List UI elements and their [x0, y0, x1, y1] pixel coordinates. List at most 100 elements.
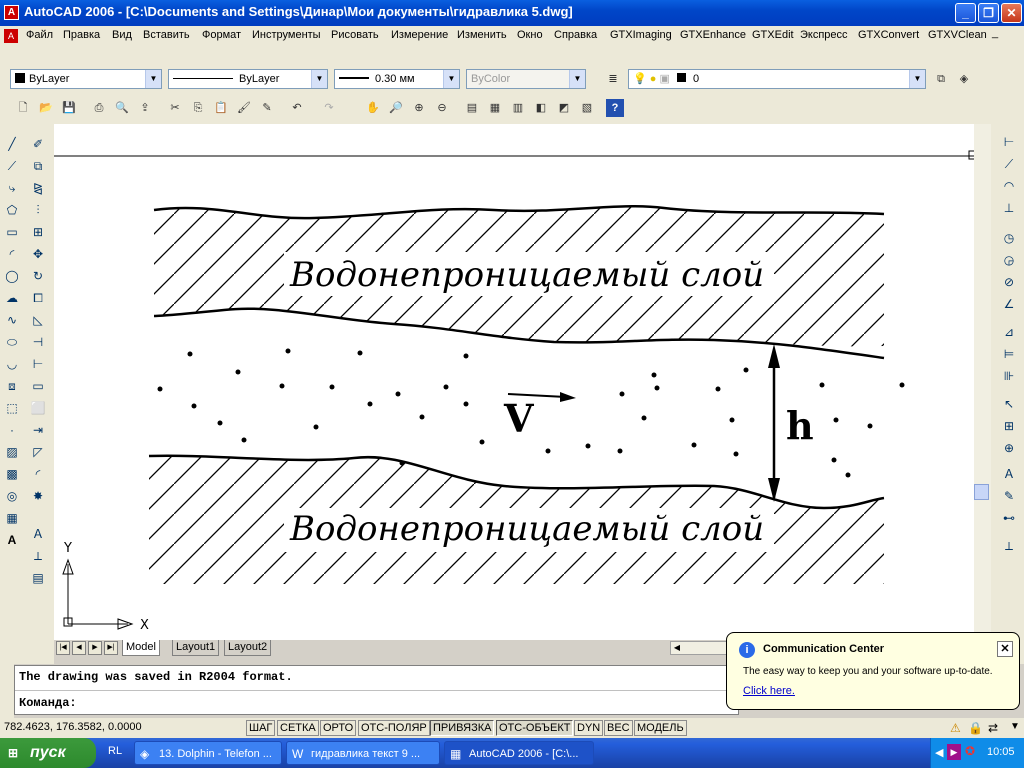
- polyline-icon[interactable]: ⤷: [2, 178, 22, 198]
- break-icon[interactable]: ⬜: [28, 398, 48, 418]
- menu-gtxvclean[interactable]: GTXVClean: [928, 29, 987, 41]
- prev-tab-icon[interactable]: ◀: [72, 641, 86, 655]
- menu-insert[interactable]: Вставить: [143, 29, 190, 41]
- rotate-icon[interactable]: ↻: [28, 266, 48, 286]
- minimize-button[interactable]: _: [955, 3, 976, 23]
- fillet-icon[interactable]: ◜: [28, 464, 48, 484]
- warning-icon[interactable]: ⚠: [950, 721, 961, 735]
- menu-gtximaging[interactable]: GTXImaging: [610, 29, 672, 41]
- task-word-doc[interactable]: W гидравлика текст 9 ...: [286, 741, 440, 765]
- command-window-grip[interactable]: [0, 660, 14, 718]
- doc-minimize-button[interactable]: _: [992, 27, 998, 39]
- balloon-close-button[interactable]: ✕: [997, 641, 1013, 657]
- scale-icon[interactable]: ⧠: [28, 288, 48, 308]
- first-tab-icon[interactable]: |◀: [56, 641, 70, 655]
- menu-view[interactable]: Вид: [112, 29, 132, 41]
- save-icon[interactable]: 💾: [60, 99, 78, 117]
- menu-format[interactable]: Формат: [202, 29, 241, 41]
- table-style-icon[interactable]: ▤: [28, 568, 48, 588]
- match-properties-icon[interactable]: 🖌: [235, 99, 253, 117]
- communication-center-icon[interactable]: ⇄: [988, 721, 998, 735]
- help-icon[interactable]: ?: [606, 99, 624, 117]
- dimension-edit-icon[interactable]: Ａ: [999, 464, 1019, 484]
- point-icon[interactable]: ·: [2, 420, 22, 440]
- toggle-dyn[interactable]: DYN: [574, 720, 604, 736]
- color-combo[interactable]: ByLayer ▼: [10, 69, 162, 89]
- arc-length-icon[interactable]: ◠: [999, 176, 1019, 196]
- menu-gtxenhance[interactable]: GTXEnhance: [680, 29, 746, 41]
- markup-icon[interactable]: ◩: [555, 99, 573, 117]
- line-icon[interactable]: ╱: [2, 134, 22, 154]
- sheet-set-icon[interactable]: ◧: [532, 99, 550, 117]
- ellipse-arc-icon[interactable]: ◡: [2, 354, 22, 374]
- new-file-icon[interactable]: 🗋: [14, 99, 32, 117]
- menu-gtxedit[interactable]: GTXEdit: [752, 29, 794, 41]
- title-bar[interactable]: A AutoCAD 2006 - [C:\Documents and Setti…: [0, 0, 1024, 26]
- mirror-icon[interactable]: ⧎: [28, 178, 48, 198]
- menu-express[interactable]: Экспресс: [800, 29, 848, 41]
- menu-file[interactable]: Файл: [26, 29, 53, 41]
- erase-icon[interactable]: ✐: [28, 134, 48, 154]
- redo-icon[interactable]: ↷: [320, 99, 338, 117]
- angular-dimension-icon[interactable]: ∠: [999, 294, 1019, 314]
- construction-line-icon[interactable]: ⟋: [2, 156, 22, 176]
- join-icon[interactable]: ⇥: [28, 420, 48, 440]
- toggle-snap[interactable]: ШАГ: [246, 720, 276, 736]
- spline-icon[interactable]: ∿: [2, 310, 22, 330]
- next-tab-icon[interactable]: ▶: [88, 641, 102, 655]
- autocad-app-icon[interactable]: A: [4, 5, 19, 20]
- dimension-text-edit-icon[interactable]: ✎: [999, 486, 1019, 506]
- hatch-icon[interactable]: ▨: [2, 442, 22, 462]
- extend-icon[interactable]: ⊢: [28, 354, 48, 374]
- multiline-text-icon[interactable]: A: [2, 530, 22, 550]
- toggle-osnap[interactable]: ПРИВЯЗКА: [430, 720, 495, 736]
- menu-gtxconvert[interactable]: GTXConvert: [858, 29, 919, 41]
- text-style-icon[interactable]: Ａ: [28, 524, 48, 544]
- plotstyle-combo[interactable]: ByColor ▼: [466, 69, 586, 89]
- lineweight-combo[interactable]: 0.30 мм ▼: [334, 69, 460, 89]
- insert-block-icon[interactable]: ⧈: [2, 376, 22, 396]
- tab-model[interactable]: Model: [122, 640, 160, 656]
- copy-icon[interactable]: ⎘: [189, 99, 207, 117]
- properties-icon[interactable]: ▤: [463, 99, 481, 117]
- layer-previous-icon[interactable]: ◈: [955, 70, 973, 88]
- undo-icon[interactable]: ↶: [288, 99, 306, 117]
- toggle-grid[interactable]: СЕТКА: [277, 720, 319, 736]
- continue-dimension-icon[interactable]: ⊪: [999, 366, 1019, 386]
- baseline-dimension-icon[interactable]: ⊨: [999, 344, 1019, 364]
- explode-icon[interactable]: ✸: [28, 486, 48, 506]
- task-dolphin[interactable]: ◈ 13. Dolphin - Telefon ...: [134, 741, 282, 765]
- lock-toolbars-icon[interactable]: 🔒: [968, 721, 983, 735]
- offset-icon[interactable]: ⫶: [28, 200, 48, 220]
- toggle-ortho[interactable]: ОРТО: [320, 720, 357, 736]
- tool-palettes-icon[interactable]: ▥: [509, 99, 527, 117]
- break-point-icon[interactable]: ▭: [28, 376, 48, 396]
- paste-icon[interactable]: 📋: [212, 99, 230, 117]
- close-button[interactable]: ✕: [1001, 3, 1022, 23]
- array-icon[interactable]: ⊞: [28, 222, 48, 242]
- drawing-canvas[interactable]: Водонепроницаемый слой Водонепроницаемый…: [54, 124, 978, 640]
- move-icon[interactable]: ✥: [28, 244, 48, 264]
- stretch-icon[interactable]: ◺: [28, 310, 48, 330]
- zoom-realtime-icon[interactable]: 🔎: [387, 99, 405, 117]
- balloon-link[interactable]: Click here.: [743, 685, 795, 697]
- chevron-down-icon[interactable]: ▼: [443, 70, 459, 88]
- quicklaunch-rl[interactable]: RL: [108, 745, 122, 757]
- chevron-down-icon[interactable]: ▼: [145, 70, 161, 88]
- linetype-combo[interactable]: ByLayer ▼: [168, 69, 328, 89]
- chamfer-icon[interactable]: ◸: [28, 442, 48, 462]
- center-mark-icon[interactable]: ⊕: [999, 438, 1019, 458]
- chevron-down-icon[interactable]: ▼: [569, 70, 585, 88]
- menu-window[interactable]: Окно: [517, 29, 543, 41]
- ellipse-icon[interactable]: ⬭: [2, 332, 22, 352]
- task-autocad[interactable]: ▦ AutoCAD 2006 - [C:\...: [444, 741, 594, 765]
- menu-tools[interactable]: Инструменты: [252, 29, 321, 41]
- plot-preview-icon[interactable]: 🔍: [113, 99, 131, 117]
- tab-layout1[interactable]: Layout1: [172, 640, 220, 656]
- dimension-update-icon[interactable]: ⊷: [999, 508, 1019, 528]
- vertical-scrollbar[interactable]: [974, 124, 991, 640]
- region-icon[interactable]: ◎: [2, 486, 22, 506]
- aligned-dimension-icon[interactable]: ⟋: [999, 154, 1019, 174]
- polygon-icon[interactable]: ⬠: [2, 200, 22, 220]
- dim-style-icon[interactable]: ⟂: [28, 546, 48, 566]
